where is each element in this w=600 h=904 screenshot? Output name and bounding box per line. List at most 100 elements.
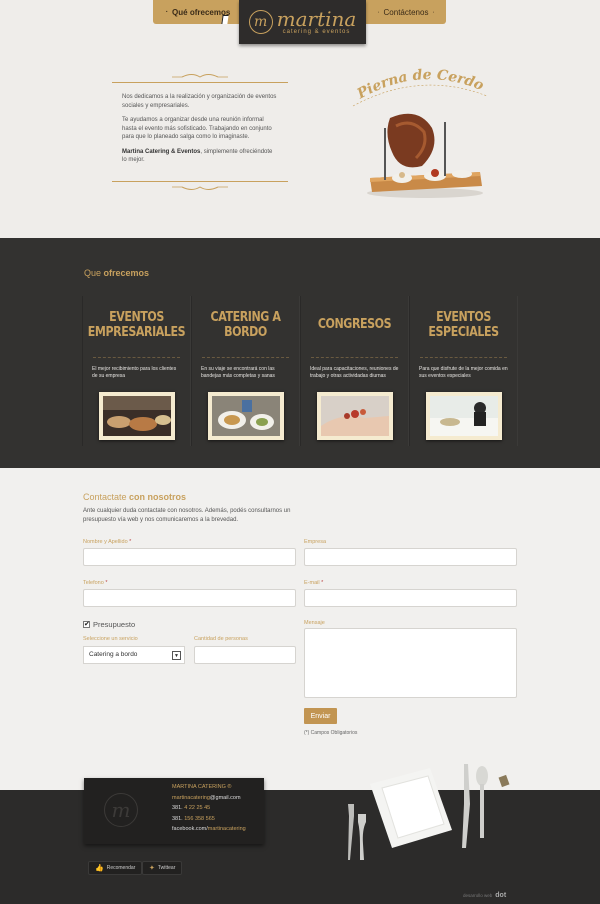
logo-tagline: catering & eventos (282, 29, 351, 35)
service-card[interactable]: CONGRESOS Ideal para capacitaciones, reu… (300, 296, 409, 446)
submit-button[interactable]: Enviar (304, 708, 337, 724)
contact-heading-plain: Contactate (83, 492, 130, 502)
email-label: E-mail * (304, 580, 323, 586)
services-section: Que ofrecemos EVENTOS EMPRESARIALES El m… (0, 238, 600, 468)
footer-company: MARTINA CATERING ® (172, 782, 246, 793)
ornament-bottom-icon (172, 185, 228, 190)
footer-email-domain: @gmail.com (209, 794, 241, 801)
service-photo (317, 392, 393, 440)
svg-text:Pierna de Cerdo: Pierna de Cerdo (354, 67, 486, 103)
twitter-bird-icon: ✦ (149, 865, 155, 872)
credit-label: desarrollo web (463, 893, 493, 898)
intro-paragraph-2: Te ayudamos a organizar desde una reunió… (122, 117, 272, 140)
footer: m MARTINA CATERING ® martinacatering@gma… (0, 764, 600, 904)
service-description: Ideal para capacitaciones, reuniones de … (310, 366, 399, 379)
phone-label-text: Telefono (83, 580, 104, 586)
intro-block: Nos dedicamos a la realización y organiz… (112, 72, 288, 192)
people-label: Cantidad de personas (194, 636, 248, 642)
top-nav: · Qué ofrecemos · Contáctenos · m martin… (0, 0, 600, 44)
people-field[interactable] (194, 646, 296, 664)
footer-contact-info: MARTINA CATERING ® martinacatering@gmail… (172, 782, 246, 835)
footer-phone-1-prefix: 381. (172, 805, 185, 811)
phone-field[interactable] (83, 589, 296, 607)
required-note: (*) Campos Obligatorios (304, 730, 358, 736)
divider (420, 357, 507, 358)
developer-credit[interactable]: desarrollo web dot (463, 892, 506, 899)
thumbs-up-icon: 👍 (95, 865, 104, 872)
featured-title: Pierna de Cerdo (354, 67, 486, 103)
checkbox-check-icon[interactable]: ✔ (83, 621, 90, 628)
services-heading-plain: Que (84, 268, 104, 278)
service-select-label: Seleccione un servicio (83, 636, 138, 642)
nav-bullet: · (432, 8, 435, 16)
service-card[interactable]: EVENTOS EMPRESARIALES El mejor recibimie… (82, 296, 191, 446)
ornament-top-icon (172, 74, 228, 78)
budget-label: Presupuesto (93, 620, 136, 629)
recommend-label: Recomendar (106, 865, 136, 871)
tweet-label: Twittear (157, 865, 176, 871)
tweet-button[interactable]: ✦ Twittear (142, 861, 183, 875)
footer-phone-2-number: 156 358 565 (184, 815, 215, 822)
footer-facebook[interactable]: facebook.com/martinacatering (172, 824, 246, 835)
recommend-button[interactable]: 👍 Recomendar (88, 861, 143, 875)
nav-bullet: · (165, 8, 169, 16)
contact-section: Contactate con nosotros Ante cualquier d… (0, 468, 600, 790)
logo[interactable]: m martina catering & eventos (239, 0, 366, 44)
footer-card: m MARTINA CATERING ® martinacatering@gma… (84, 778, 264, 844)
service-photo (99, 392, 175, 440)
roast-pork-image (367, 113, 483, 198)
contact-heading-bold: con nosotros (129, 492, 187, 502)
message-label: Mensaje (304, 620, 325, 626)
service-card[interactable]: CATERING A BORDO En su viaje se encontra… (191, 296, 300, 446)
divider (93, 357, 180, 358)
required-mark: * (129, 539, 132, 545)
footer-logo: m (104, 793, 138, 827)
company-field[interactable] (304, 548, 517, 566)
service-description: En su viaje se encontrará con las bandej… (201, 366, 275, 379)
intro-paragraph-1: Nos dedicamos a la realización y organiz… (122, 94, 277, 109)
services-list: EVENTOS EMPRESARIALES El mejor recibimie… (82, 296, 518, 446)
service-title: CATERING A BORDO (210, 309, 281, 340)
email-label-text: E-mail (304, 580, 320, 586)
name-label-text: Nombre y Apellido (83, 539, 128, 545)
email-field[interactable] (304, 589, 517, 607)
service-title: EVENTOS EMPRESARIALES (87, 309, 186, 340)
hero-section: · Qué ofrecemos · Contáctenos · m martin… (0, 0, 600, 238)
services-heading-bold: ofrecemos (103, 268, 150, 278)
mouse-cursor-icon (221, 15, 229, 24)
required-mark: * (321, 580, 324, 586)
service-card[interactable]: EVENTOS ESPECIALES Para que disfrute de … (409, 296, 518, 446)
service-description: El mejor recibimiento para los clientes … (92, 366, 177, 379)
service-select[interactable]: Catering a bordo ▼ (83, 646, 185, 664)
message-field[interactable] (304, 628, 517, 698)
service-select-value: Catering a bordo (89, 651, 138, 658)
company-label: Empresa (304, 539, 327, 545)
footer-email[interactable]: martinacatering@gmail.com (172, 793, 246, 804)
footer-phone-2: 381. 156 358 565 (172, 814, 246, 825)
divider (202, 357, 289, 358)
logo-name: martina (276, 7, 357, 31)
name-label: Nombre y Apellido * (83, 539, 131, 545)
logo-monogram: m (248, 10, 273, 34)
nav-contactenos-label: Contáctenos (383, 7, 429, 17)
footer-phone-1: 381. 4 22 25 45 (172, 803, 246, 814)
footer-company-name: MARTINA CATERING ® (172, 784, 232, 790)
footer-email-user: martinacatering (172, 794, 210, 801)
service-photo (426, 392, 502, 440)
footer-phone-1-number: 4 22 25 45 (184, 805, 211, 811)
name-field[interactable] (83, 548, 296, 566)
phone-label: Telefono * (83, 580, 107, 586)
credit-brand: dot (495, 892, 507, 899)
contact-intro: Ante cualquier duda contactate con nosot… (83, 508, 291, 523)
nav-contactenos[interactable]: · Contáctenos · (366, 0, 446, 24)
chevron-down-icon[interactable]: ▼ (172, 651, 181, 660)
intro-paragraph-3: Martina Catering & Eventos, simplemente … (122, 148, 278, 165)
intro-company-name: Martina Catering & Eventos (122, 148, 201, 155)
featured-title-badge: Pierna de Cerdo (352, 67, 488, 107)
service-description: Para que disfrute de la mejor comida en … (419, 366, 508, 379)
footer-facebook-user: martinacatering (207, 826, 246, 832)
required-mark: * (105, 580, 108, 586)
budget-checkbox[interactable]: ✔ Presupuesto (83, 620, 135, 629)
footer-phone-2-prefix: 381. (172, 815, 185, 822)
divider (311, 357, 398, 358)
